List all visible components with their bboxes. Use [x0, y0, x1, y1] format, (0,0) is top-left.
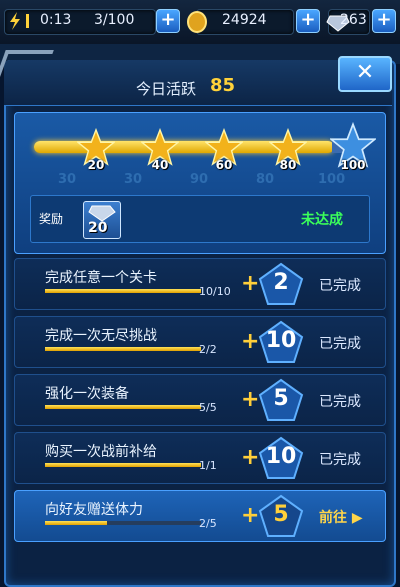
task-reward: 5: [273, 502, 289, 527]
task-reward: 2: [273, 270, 289, 295]
ghost-label: 90: [190, 172, 209, 187]
close-icon: ✕: [355, 60, 375, 85]
task-row: 完成一次无尽挑战 2/2 + 10 已完成: [14, 316, 386, 368]
task-status: 已完成: [319, 278, 361, 294]
task-row: 强化一次装备 5/5 + 5 已完成: [14, 374, 386, 426]
energy-marker: [26, 14, 29, 28]
task-progress-bar: [45, 347, 201, 351]
ghost-label: 30: [124, 172, 143, 187]
task-count: 2/5: [199, 517, 217, 530]
add-gold-button[interactable]: +: [296, 9, 320, 33]
reward-plus: +: [241, 503, 260, 528]
coin-icon: [187, 11, 207, 33]
ghost-label: 80: [256, 172, 275, 187]
task-row: 完成任意一个关卡 10/10 + 2 已完成: [14, 258, 386, 310]
chevron-right-icon: ▶: [347, 510, 363, 526]
reward-plus: +: [241, 329, 260, 354]
task-count: 2/2: [199, 343, 217, 356]
add-energy-button[interactable]: +: [156, 9, 180, 33]
reward-amount: 20: [88, 220, 108, 236]
reward-row: 奖励 20 未达成: [30, 195, 370, 243]
gold-count: 24924: [222, 12, 267, 28]
panel-titlebar: 今日活跃 85: [4, 60, 392, 106]
task-progress-bar: [45, 521, 201, 525]
task-progress-bar: [45, 463, 201, 467]
go-label: 前往: [319, 510, 347, 526]
task-progress-bar: [45, 289, 201, 293]
gem-count: 263: [340, 12, 367, 28]
milestone-label: 60: [215, 158, 233, 172]
milestone-label: 40: [151, 158, 169, 172]
task-name: 购买一次战前补给: [45, 444, 157, 460]
reward-status: 未达成: [301, 212, 343, 228]
task-row: 购买一次战前补给 1/1 + 10 已完成: [14, 432, 386, 484]
ghost-label: 100: [318, 172, 346, 187]
add-gems-button[interactable]: +: [372, 9, 396, 33]
task-status: 已完成: [319, 394, 361, 410]
reward-plus: +: [241, 271, 260, 296]
reward-plus: +: [241, 445, 260, 470]
milestone-label: 20: [87, 158, 105, 172]
task-row: 向好友赠送体力 2/5 + 5 前往 ▶: [14, 490, 386, 542]
task-reward: 10: [265, 328, 297, 353]
close-button[interactable]: ✕: [338, 56, 392, 92]
page-title: 今日活跃: [136, 80, 197, 98]
activity-score: 85: [210, 75, 236, 96]
milestone-label: 100: [340, 158, 366, 172]
status-bar: 0:13 3/100 + 24924 + 263 +: [0, 0, 400, 45]
lightning-icon: [10, 12, 20, 30]
task-name: 完成任意一个关卡: [45, 270, 157, 286]
task-reward: 10: [265, 444, 297, 469]
milestone-label: 80: [279, 158, 297, 172]
task-reward: 5: [273, 386, 289, 411]
task-name: 向好友赠送体力: [45, 502, 143, 518]
task-status: 已完成: [319, 452, 361, 468]
go-button[interactable]: 前往 ▶: [319, 507, 363, 527]
reward-plus: +: [241, 387, 260, 412]
task-count: 1/1: [199, 459, 217, 472]
timer-text: 0:13: [40, 12, 72, 28]
task-status: 已完成: [319, 336, 361, 352]
reward-item[interactable]: 20: [83, 201, 121, 239]
task-progress-bar: [45, 405, 201, 409]
reward-label: 奖励: [39, 212, 64, 226]
energy-count: 3/100: [94, 12, 135, 28]
task-count: 5/5: [199, 401, 217, 414]
task-name: 强化一次装备: [45, 386, 129, 402]
task-name: 完成一次无尽挑战: [45, 328, 157, 344]
ghost-label: 30: [58, 172, 77, 187]
task-count: 10/10: [199, 285, 231, 298]
